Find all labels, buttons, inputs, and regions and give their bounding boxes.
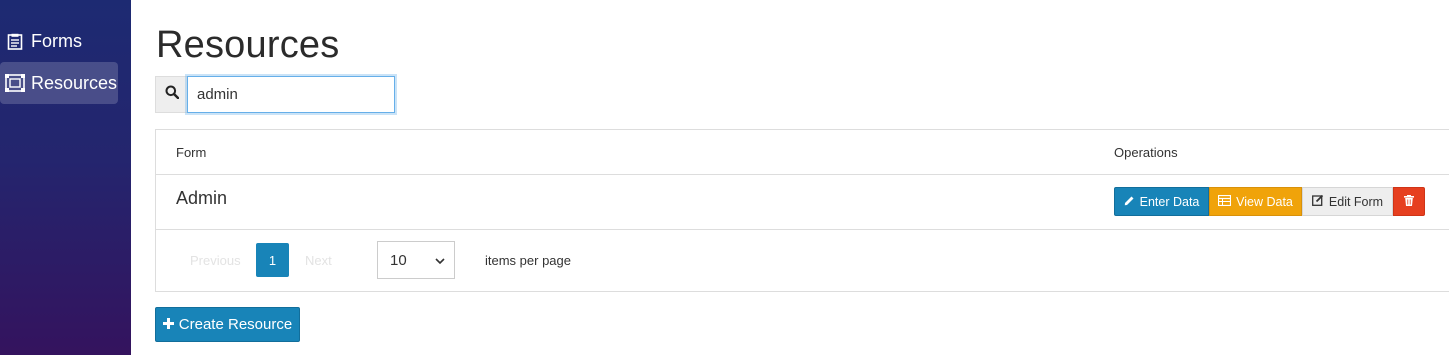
sidebar-item-label: Forms — [31, 30, 82, 51]
page-title: Resources — [156, 24, 340, 66]
search-addon — [155, 76, 187, 113]
sidebar-item-resources[interactable]: Resources — [0, 62, 118, 104]
column-header-operations: Operations — [1114, 145, 1178, 160]
row-operations: Enter Data View Data Edit Form — [1114, 187, 1425, 216]
divider — [156, 229, 1449, 230]
resources-icon — [5, 73, 25, 93]
search-input[interactable] — [187, 76, 395, 113]
forms-icon — [5, 31, 25, 51]
items-per-page-label: items per page — [485, 253, 571, 268]
pagination-page-1[interactable]: 1 — [256, 243, 289, 277]
edit-icon — [1311, 194, 1324, 209]
sidebar: Forms Resources — [0, 0, 131, 355]
plus-icon — [162, 316, 174, 333]
sidebar-item-label: Resources — [31, 72, 118, 93]
divider — [156, 174, 1449, 175]
edit-form-button[interactable]: Edit Form — [1302, 187, 1393, 216]
view-data-button[interactable]: View Data — [1209, 187, 1302, 216]
search-icon — [165, 85, 179, 104]
table-row-form-name[interactable]: Admin — [176, 188, 227, 209]
create-resource-button[interactable]: Create Resource — [155, 307, 300, 342]
pencil-icon — [1124, 195, 1135, 209]
column-header-form: Form — [176, 145, 207, 160]
items-per-page-select[interactable]: 10 — [377, 241, 455, 279]
pagination-next[interactable]: Next — [305, 253, 332, 268]
trash-icon — [1404, 194, 1414, 209]
delete-button[interactable] — [1393, 187, 1425, 216]
chevron-down-icon — [434, 254, 446, 271]
sidebar-item-forms[interactable]: Forms — [0, 20, 118, 62]
enter-data-button[interactable]: Enter Data — [1114, 187, 1209, 216]
resources-table: Form Operations Admin Enter Data View Da… — [155, 129, 1449, 292]
table-icon — [1218, 194, 1232, 209]
pagination-previous[interactable]: Previous — [190, 253, 241, 268]
